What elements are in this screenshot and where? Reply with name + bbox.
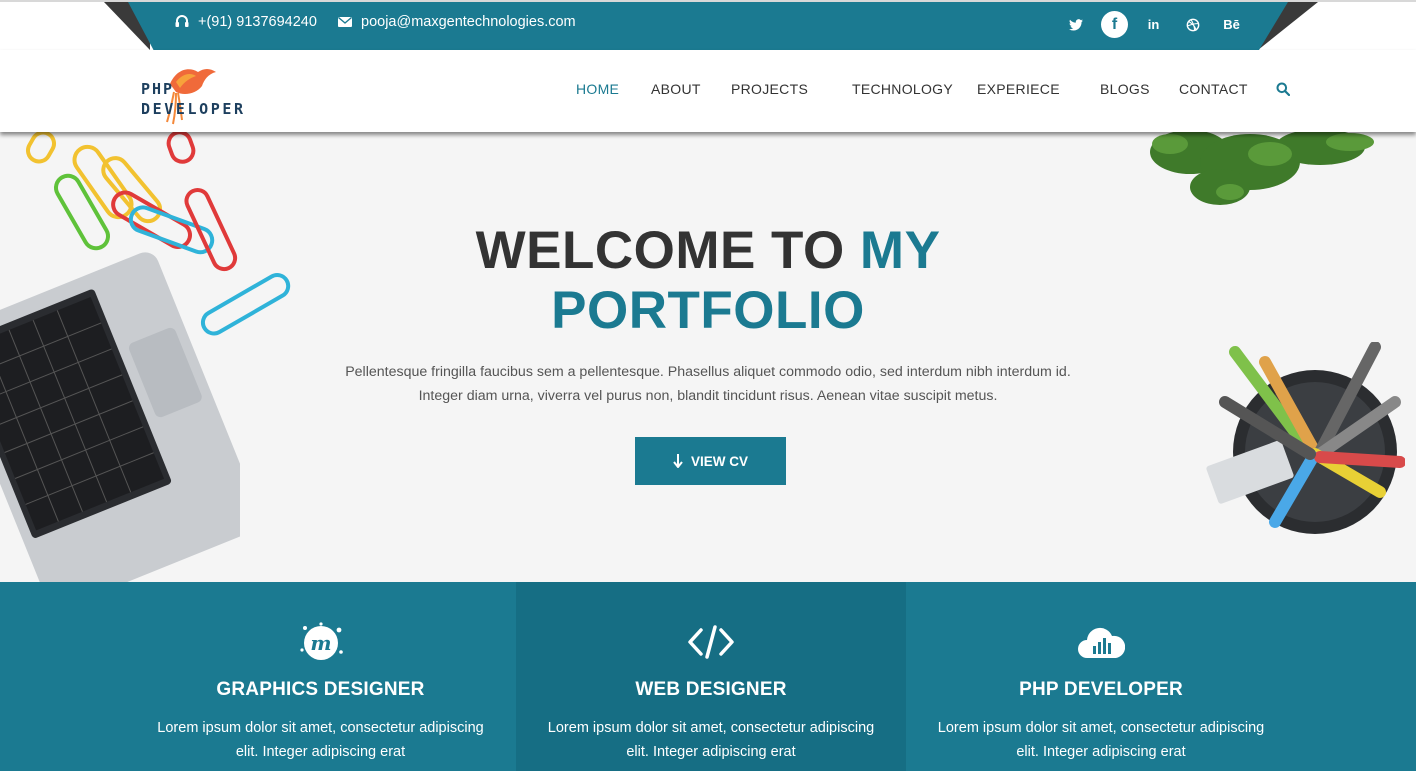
site-logo[interactable]: PHP DEVELOPER [140,62,250,132]
logo-line-2: DEVELOPER [141,100,246,118]
nav-blogs[interactable]: BLOGS [1100,81,1150,97]
service-title-php: PHP DEVELOPER [1019,679,1183,700]
service-text-php-line-1: Lorem ipsum dolor sit amet, consectetur … [937,720,1265,736]
service-card-web: WEB DESIGNER Lorem ipsum dolor sit amet,… [516,582,906,771]
arrow-down-icon [673,454,683,468]
service-text-graphics: Lorem ipsum dolor sit amet, consectetur … [125,716,516,764]
search-icon[interactable] [1276,82,1290,96]
headset-icon [175,15,189,27]
main-header: PHP DEVELOPER HOME ABOUT PROJECTS TECHNO… [0,50,1416,132]
service-text-web-line-1: Lorem ipsum dolor sit amet, consectetur … [547,720,875,736]
service-text-graphics-line-1: Lorem ipsum dolor sit amet, consectetur … [157,720,484,736]
view-cv-label: VIEW CV [690,453,748,469]
nav-home[interactable]: HOME [576,81,619,97]
nav-projects[interactable]: PROJECTS [731,81,808,97]
email-contact[interactable]: pooja@maxgentechnologies.com [337,14,576,30]
nav-about[interactable]: ABOUT [651,81,701,97]
code-icon [688,625,734,659]
hero-description: Pellentesque fringilla faucibus sem a pe… [0,360,1416,408]
twitter-icon[interactable] [1062,11,1089,38]
phone-number: +(91) 9137694240 [198,14,317,30]
phone-contact[interactable]: +(91) 9137694240 [174,14,317,30]
service-card-graphics: m GRAPHICS DESIGNER Lorem ipsum dolor si… [125,582,516,771]
email-address: pooja@maxgentechnologies.com [361,14,576,30]
logo-line-1: PHP [141,80,175,98]
nav-contact[interactable]: CONTACT [1179,81,1248,97]
hero-title-part-1: WELCOME TO [475,221,860,280]
hero-title-line-2: PORTFOLIO [551,281,865,340]
nav-experience[interactable]: EXPERIECE [977,81,1060,97]
behance-icon[interactable]: Bē [1218,11,1245,38]
hero-title-accent: MY [859,221,941,280]
service-card-php: PHP DEVELOPER Lorem ipsum dolor sit amet… [906,582,1296,771]
social-links: f in Bē [1062,11,1245,38]
service-title-web: WEB DESIGNER [635,679,787,700]
facebook-icon[interactable]: f [1101,11,1128,38]
service-title-graphics: GRAPHICS DESIGNER [216,679,425,700]
cloud-chart-icon [1078,627,1125,658]
nav-technology[interactable]: TECHNOLOGY [852,81,953,97]
service-text-graphics-line-2: elit. Integer adipiscing erat [235,744,406,760]
dribbble-icon[interactable] [1179,11,1206,38]
service-text-php: Lorem ipsum dolor sit amet, consectetur … [906,716,1296,764]
svg-text:m: m [310,631,331,655]
hero-section: WELCOME TO MY PORTFOLIO Pellentesque fri… [0,132,1416,582]
services-section: m GRAPHICS DESIGNER Lorem ipsum dolor si… [0,582,1416,771]
view-cv-button[interactable]: VIEW CV [635,437,786,485]
service-text-web-line-2: elit. Integer adipiscing erat [626,744,796,760]
meetup-icon: m [299,622,343,660]
plant-decoration [1150,132,1374,205]
linkedin-icon[interactable]: in [1140,11,1167,38]
top-contact-bar: +(91) 9137694240 pooja@maxgentechnologie… [0,0,1416,50]
hero-description-line-2: Integer diam urna, viverra vel purus non… [418,388,998,404]
envelope-icon [338,16,352,27]
service-text-php-line-2: elit. Integer adipiscing erat [1016,744,1186,760]
hero-title-line-1: WELCOME TO MY [0,220,1416,281]
service-text-web: Lorem ipsum dolor sit amet, consectetur … [516,716,906,764]
hero-description-line-1: Pellentesque fringilla faucibus sem a pe… [345,364,1071,380]
